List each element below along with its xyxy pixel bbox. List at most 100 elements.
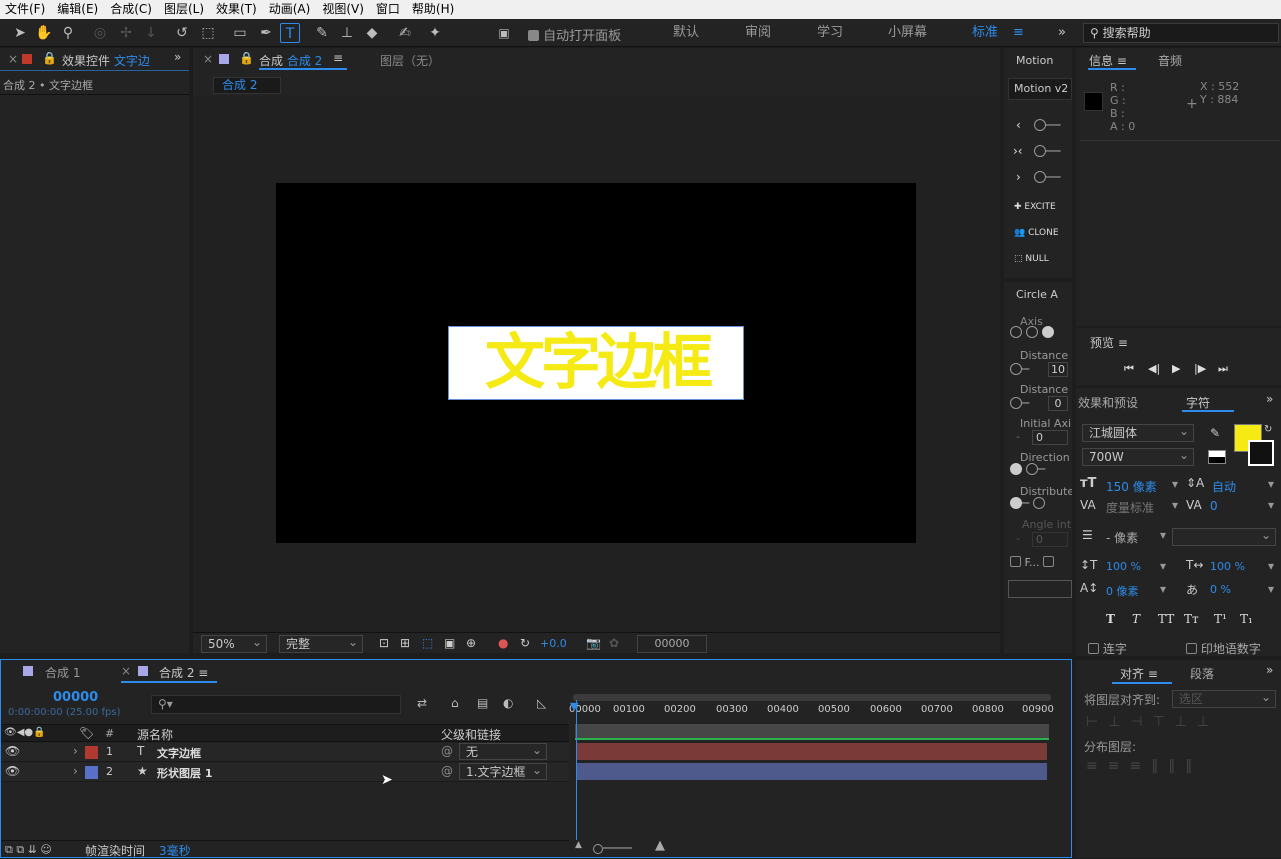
show-snapshot-icon[interactable]: ✿ [609,636,619,650]
hindi-digits-checkbox[interactable]: 印地语数字 [1186,640,1261,657]
visibility-eye-icon[interactable]: 👁 [5,764,20,778]
layer-color-label[interactable] [85,766,98,779]
excite-button[interactable]: ✚ EXCITE [1014,202,1056,212]
type-tool-icon[interactable]: T [280,23,300,43]
graph-editor-icon[interactable]: ◺ [537,696,546,710]
comp-flowchart-icon[interactable]: ⇄ [417,696,427,710]
menu-edit[interactable]: 编辑(E) [52,0,105,19]
angle-int-value[interactable]: 0 [1032,532,1068,547]
comp-viewer[interactable]: 文字边框 [193,96,1000,638]
ease-slider-2[interactable]: ── [1034,144,1060,158]
swap-colors-icon[interactable]: ↻ [1264,424,1272,435]
prev-frame-icon[interactable]: ◀| [1148,362,1160,375]
footer-toggle-icons[interactable]: ⧉ ⧉ ⇊ ☺ [5,843,52,857]
menu-effect[interactable]: 效果(T) [211,0,264,19]
workspace-learn[interactable]: 学习 [817,19,843,47]
close-icon[interactable]: × [8,52,18,66]
superscript-button[interactable]: T¹ [1214,612,1227,626]
stroke-width-caret[interactable]: ▾ [1160,528,1166,542]
pen-tool-icon[interactable]: ✒ [256,23,276,43]
comp-duration-bar[interactable] [575,724,1049,739]
orbit-tool-icon[interactable]: ◎ [90,23,110,43]
quality-dropdown[interactable]: 完整 [279,634,363,653]
preview-tab[interactable]: 预览 ≡ [1090,334,1128,351]
axis-options[interactable] [1010,325,1054,339]
comp-timecode[interactable]: 00000 [637,635,707,653]
frame-blending-icon[interactable]: ▤ [477,696,488,710]
play-icon[interactable]: ▶ [1172,362,1180,375]
distribute-buttons[interactable]: ≡≡≡‖‖‖ [1086,758,1202,774]
ligature-checkbox[interactable]: 连字 [1088,640,1127,657]
timeline-timecode[interactable]: 00000 [53,690,98,705]
tsume-value[interactable]: 0 % [1210,583,1231,596]
mask-visibility-icon[interactable]: ⬚ [422,636,433,650]
font-size-value[interactable]: 150 像素 [1106,478,1157,495]
menu-composition[interactable]: 合成(C) [105,0,159,19]
character-tab[interactable]: 字符 [1186,394,1210,411]
menu-layer[interactable]: 图层(L) [159,0,211,19]
selection-tool-icon[interactable]: ➤ [10,23,30,43]
workspace-small-screen[interactable]: 小屏幕 [888,19,927,47]
font-family-dropdown[interactable]: 江城圆体 [1082,423,1194,442]
pan-tool-icon[interactable]: ✢ [116,23,136,43]
f-checkbox[interactable]: F... [1010,556,1055,569]
ease-slider-1[interactable]: ── [1034,118,1060,132]
baseline-caret[interactable]: ▾ [1160,582,1166,596]
faux-italic-button[interactable]: T [1132,612,1140,626]
snapshot-icon[interactable]: 📷 [586,636,601,650]
horizontal-scale-value[interactable]: 100 % [1210,560,1245,573]
search-help-input[interactable]: ⚲ 搜索帮助 [1083,23,1279,43]
vscale-caret[interactable]: ▾ [1160,559,1166,573]
align-target-dropdown[interactable]: 选区 [1172,689,1276,708]
motion-blur-icon[interactable]: ◐ [503,696,513,710]
layer-bar[interactable] [577,763,1047,780]
char-overflow-icon[interactable]: » [1266,392,1273,406]
comp-canvas[interactable]: 文字边框 [276,183,916,543]
audio-tab[interactable]: 音频 [1158,52,1182,69]
vertical-scale-value[interactable]: 100 % [1106,560,1141,573]
parent-dropdown[interactable]: 无 [459,742,547,760]
table-row[interactable]: 👁 › 1 T 文字边框 @ 无 [1,742,569,762]
col-parent[interactable]: 父级和链接 [441,726,501,743]
clone-stamp-tool-icon[interactable]: ⊥ [337,23,357,43]
comp-lock-icon[interactable]: 🔒 [239,51,254,65]
faux-bold-button[interactable]: T [1106,612,1115,626]
next-frame-icon[interactable]: |▶ [1194,362,1206,375]
transparency-grid-icon[interactable]: ⊞ [400,636,410,650]
small-caps-button[interactable]: Tт [1184,612,1199,626]
workspace-standard[interactable]: 标准 [972,19,998,47]
comp-menu-icon[interactable]: ≡ [333,51,343,65]
expand-chevron-icon[interactable]: › [73,744,78,758]
menu-view[interactable]: 视图(V) [317,0,371,19]
layer-name[interactable]: 文字边框 [157,745,201,761]
puppet-tool-icon[interactable]: ✦ [425,23,445,43]
panel-overflow-icon[interactable]: » [174,50,181,64]
workspace-review[interactable]: 审阅 [745,19,771,47]
font-weight-dropdown[interactable]: 700W [1082,447,1194,466]
auto-open-checkbox[interactable]: 自动打开面板 [528,25,621,44]
align-tab[interactable]: 对齐 ≡ [1120,665,1158,682]
ease-in-icon[interactable]: ‹ [1016,118,1021,132]
menu-animation[interactable]: 动画(A) [264,0,318,19]
last-frame-icon[interactable]: ⏭ [1218,362,1228,376]
timeline-zoom-slider[interactable]: ──── [593,841,632,855]
menu-help[interactable]: 帮助(H) [407,0,461,19]
kerning-caret[interactable]: ▾ [1172,498,1178,512]
dolly-tool-icon[interactable]: ↓ [141,23,161,43]
distance-slider-2[interactable]: ─ [1010,396,1029,410]
eyedropper-icon[interactable]: ✎ [1210,426,1220,440]
align-buttons[interactable]: ⊢⊥⊣⊤⊥⊥ [1086,714,1219,730]
zoom-tool-icon[interactable]: ⚲ [58,23,78,43]
all-caps-button[interactable]: TT [1158,612,1174,626]
null-button[interactable]: ⬚ NULL [1014,254,1049,264]
fast-preview-icon[interactable]: ⊡ [379,636,389,650]
timeline-search-input[interactable]: ⚲▾ [151,695,401,714]
menu-file[interactable]: 文件(F) [0,0,52,19]
clone-button[interactable]: 👥 CLONE [1014,228,1059,238]
motion-v2-tab[interactable]: Motion v2 [1014,82,1068,95]
playhead-icon[interactable]: ▼ [570,700,578,713]
stroke-color-swatch[interactable] [1248,440,1274,466]
zoom-out-icon[interactable]: ▲ [575,840,582,850]
table-row[interactable]: 👁 › 2 ★ 形状图层 1 @ 1.文字边框 [1,762,569,782]
hscale-caret[interactable]: ▾ [1268,559,1274,573]
